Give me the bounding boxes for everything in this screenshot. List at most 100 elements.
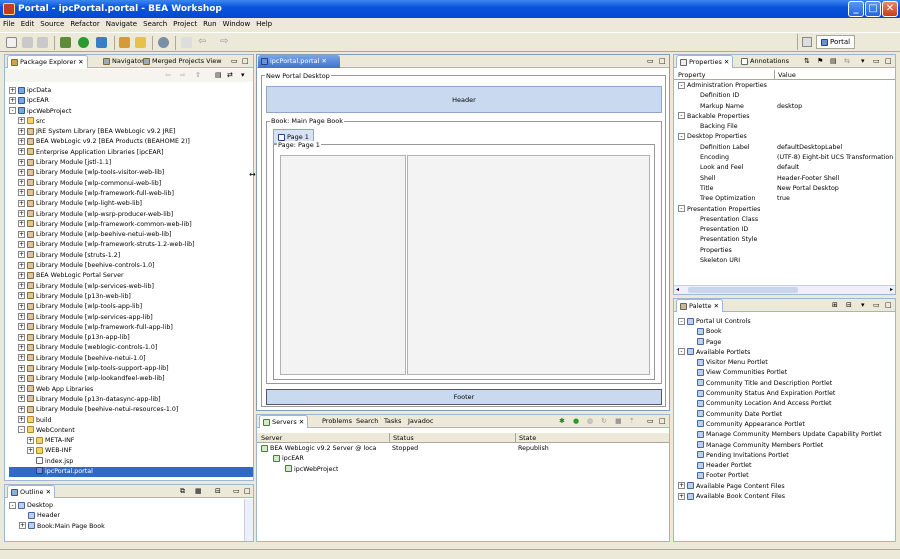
print-icon[interactable] <box>37 37 48 48</box>
filter-icon[interactable]: ⚑ <box>817 57 823 66</box>
tab-merged-projects-view[interactable]: Merged Projects View <box>140 55 225 68</box>
tree-item[interactable]: + Library Module [wlp-lookandfeel-web-lib… <box>9 374 253 384</box>
property-row[interactable]: Properties <box>674 246 895 256</box>
expand-toggle-icon[interactable]: + <box>18 168 25 176</box>
start-server-icon[interactable]: ● <box>573 417 579 426</box>
property-row[interactable]: - Presentation Properties <box>674 205 895 215</box>
palette-item[interactable]: Header Portlet <box>678 461 895 471</box>
categories-icon[interactable]: ⇅ <box>804 57 810 66</box>
tree-item[interactable]: + Library Module [wlp-wsrp-producer-web-l… <box>9 210 253 220</box>
save-icon[interactable] <box>22 37 33 48</box>
book-frame[interactable]: Book: Main Page Book Page 1 Page: Page 1 <box>266 117 662 384</box>
open-type-icon[interactable] <box>135 37 146 48</box>
palette-item[interactable]: - Portal UI Controls <box>678 317 895 327</box>
expand-toggle-icon[interactable]: + <box>18 271 25 279</box>
property-row[interactable]: Look and Feel default <box>674 163 895 173</box>
palette-collapse-icon[interactable]: ⊟ <box>846 301 852 310</box>
property-row[interactable]: Tree Optimization true <box>674 194 895 204</box>
palette-item[interactable]: Manage Community Members Update Capabili… <box>678 430 895 440</box>
palette-item[interactable]: View Communities Portlet <box>678 368 895 378</box>
column-server[interactable]: Server <box>261 433 282 443</box>
scroll-left-icon[interactable]: ◂ <box>676 286 679 293</box>
maximize-button[interactable]: □ <box>865 1 881 17</box>
tab-properties[interactable]: Properties ✕ <box>676 55 734 68</box>
expand-toggle-icon[interactable]: + <box>18 251 25 259</box>
menu-project[interactable]: Project <box>170 18 200 31</box>
tree-item[interactable]: + Library Module [p13n-datasync-app-lib] <box>9 395 253 405</box>
table-row[interactable]: BEA WebLogic v9.2 Server @ loca Stopped Re… <box>257 444 669 454</box>
minimize-servers-icon[interactable]: ▭ <box>647 417 654 426</box>
tree-item[interactable]: + Library Module [p13n-web-lib] <box>9 292 253 302</box>
tree-item[interactable]: + ipcEAR <box>9 96 253 106</box>
tree-item[interactable]: + Web App Libraries <box>9 385 253 395</box>
expand-toggle-icon[interactable]: + <box>18 230 25 238</box>
expand-toggle-icon[interactable]: + <box>678 492 685 500</box>
menu-run[interactable]: Run <box>200 18 219 31</box>
collapse-icon[interactable]: - <box>678 132 685 140</box>
publish-icon[interactable]: ⇡ <box>629 417 635 426</box>
table-row[interactable]: ipcEAR <box>257 454 669 464</box>
property-row[interactable]: - Desktop Properties <box>674 132 895 142</box>
expand-toggle-icon[interactable]: - <box>678 348 685 356</box>
maximize-servers-icon[interactable]: □ <box>659 417 666 426</box>
palette-item[interactable]: Footer Portlet <box>678 471 895 481</box>
forward-icon[interactable]: ⇨ <box>220 37 231 48</box>
globe-icon[interactable] <box>158 37 169 48</box>
restore-default-icon[interactable]: ⇆ <box>844 57 850 66</box>
tree-item[interactable]: + Library Module [beehive-netui-1.0] <box>9 354 253 364</box>
debug-icon[interactable] <box>60 37 71 48</box>
tree-item[interactable]: + Library Module [weblogic-controls-1.0] <box>9 343 253 353</box>
expand-toggle-icon[interactable]: + <box>18 158 25 166</box>
expand-toggle-icon[interactable]: + <box>18 199 25 207</box>
scroll-thumb[interactable] <box>688 287 798 293</box>
expand-toggle-icon[interactable]: + <box>27 436 34 444</box>
back-nav-icon[interactable]: ⇦ <box>165 71 171 80</box>
tree-item[interactable]: + Library Module [wlp-commonui-web-lib] <box>9 179 253 189</box>
tree-item[interactable]: + Library Module [wlp-beehive-netui-web-l… <box>9 230 253 240</box>
outline-item[interactable]: + Book:Main Page Book <box>9 522 253 532</box>
property-row[interactable]: Markup Name desktop <box>674 102 895 112</box>
tab-palette[interactable]: Palette ✕ <box>676 299 724 312</box>
column-property[interactable]: Property <box>678 70 706 80</box>
property-row[interactable]: Backing File <box>674 122 895 132</box>
desktop-frame[interactable]: New Portal Desktop Header Book: Main Pag… <box>261 72 666 407</box>
palette-item[interactable]: Community Location And Access Portlet <box>678 399 895 409</box>
expand-toggle-icon[interactable]: + <box>18 405 25 413</box>
tree-item[interactable]: + Library Module [wlp-framework-full-app-… <box>9 323 253 333</box>
forward-nav-icon[interactable]: ⇨ <box>180 71 186 80</box>
tree-item[interactable]: ipcPortal.portal <box>9 466 253 478</box>
menu-file[interactable]: File <box>0 18 18 31</box>
menu-source[interactable]: Source <box>37 18 67 31</box>
palette-item[interactable]: Book <box>678 327 895 337</box>
expand-toggle-icon[interactable]: + <box>27 446 34 454</box>
expand-toggle-icon[interactable]: + <box>18 292 25 300</box>
palette-item[interactable]: - Available Portlets <box>678 348 895 358</box>
property-row[interactable]: Encoding (UTF-8) Eight-bit UCS Transforma… <box>674 153 895 163</box>
expand-toggle-icon[interactable]: + <box>18 354 25 362</box>
tree-item[interactable]: + BEA WebLogic v9.2 [BEA Products (BEAHOM… <box>9 137 253 147</box>
menu-help[interactable]: Help <box>253 18 275 31</box>
menu-search[interactable]: Search <box>140 18 170 31</box>
expand-toggle-icon[interactable]: + <box>18 385 25 393</box>
tree-item[interactable]: + build <box>9 416 253 426</box>
link-editor-icon[interactable]: ⇄ <box>227 71 233 80</box>
menu-edit[interactable]: Edit <box>18 18 38 31</box>
palette-item[interactable]: Manage Community Members Portlet <box>678 441 895 451</box>
tree-item[interactable]: + Library Module [wlp-tools-support-app-l… <box>9 364 253 374</box>
column-status[interactable]: Status <box>389 433 414 443</box>
tab-javadoc[interactable]: Javadoc <box>405 415 436 428</box>
outline-collapse-icon[interactable]: ⊟ <box>215 487 221 496</box>
expand-toggle-icon[interactable]: + <box>18 364 25 372</box>
tab-ipcportal[interactable]: ipcPortal.portal ✕ <box>258 55 340 68</box>
property-row[interactable]: Title New Portal Desktop <box>674 184 895 194</box>
placeholder-left[interactable] <box>280 155 406 375</box>
palette-item[interactable]: Page <box>678 338 895 348</box>
tree-item[interactable]: index.jsp <box>9 457 253 467</box>
page-frame[interactable]: Page: Page 1 <box>273 141 655 380</box>
expand-toggle-icon[interactable]: + <box>18 343 25 351</box>
minimize-button[interactable]: _ <box>848 1 864 17</box>
tree-item[interactable]: + WEB-INF <box>9 446 253 456</box>
property-row[interactable]: - Backable Properties <box>674 112 895 122</box>
palette-item[interactable]: Community Status And Expiration Portlet <box>678 389 895 399</box>
expand-toggle-icon[interactable]: + <box>18 210 25 218</box>
